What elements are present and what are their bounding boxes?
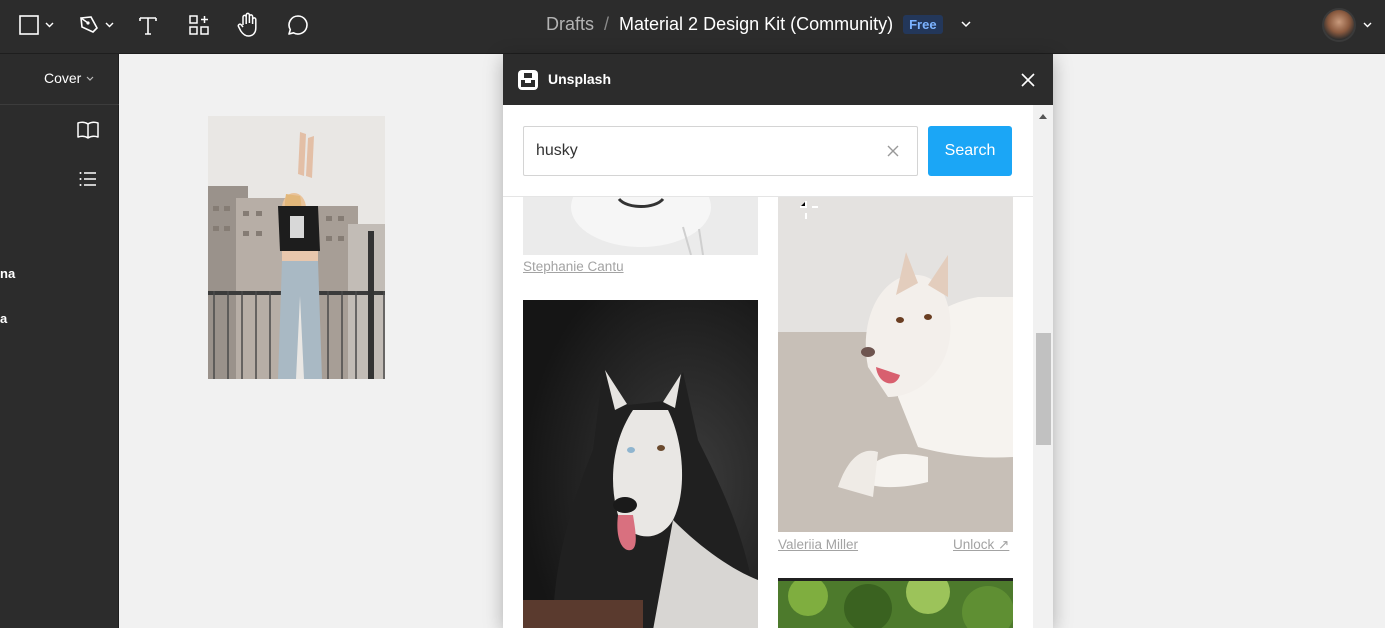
hand-tool-button[interactable] — [236, 9, 260, 41]
breadcrumb-drafts-link[interactable]: Drafts — [546, 14, 594, 35]
close-icon — [1021, 73, 1035, 87]
resources-tool-button[interactable] — [188, 9, 210, 41]
photographer-credit-link[interactable]: Valeriia Miller — [778, 537, 858, 552]
search-button[interactable]: Search — [928, 126, 1012, 176]
text-tool-button[interactable] — [137, 9, 159, 41]
resources-icon — [189, 15, 209, 35]
chevron-down-icon[interactable] — [961, 20, 971, 28]
image-result-card[interactable] — [778, 578, 1013, 628]
scroll-up-arrow-icon[interactable] — [1039, 114, 1047, 119]
comment-tool-button[interactable] — [286, 9, 310, 41]
pen-icon — [80, 16, 98, 33]
canvas-frame-photo[interactable] — [208, 116, 385, 379]
breadcrumb-separator: / — [604, 13, 610, 34]
frame-icon — [19, 15, 39, 35]
chevron-down-icon — [86, 76, 94, 81]
panel-divider — [0, 104, 119, 105]
text-icon — [139, 17, 157, 35]
frame-tool-button[interactable] — [18, 9, 54, 41]
page-select[interactable]: Cover — [44, 70, 94, 86]
unsplash-plugin-window: Unsplash Search Stephanie Cantu — [503, 54, 1053, 628]
plugin-title: Unsplash — [548, 71, 612, 87]
search-input[interactable] — [524, 127, 874, 175]
library-icon[interactable] — [76, 120, 100, 145]
user-menu[interactable] — [1322, 6, 1385, 44]
plan-badge: Free — [903, 14, 943, 34]
chevron-down-icon — [105, 22, 114, 28]
plugin-header: Unsplash — [503, 54, 1053, 105]
layer-item[interactable]: na — [0, 266, 15, 281]
unsplash-logo-icon — [518, 70, 538, 90]
image-result-card[interactable] — [778, 197, 1013, 532]
comment-icon — [288, 15, 308, 35]
avatar[interactable] — [1322, 8, 1356, 42]
list-icon[interactable] — [79, 170, 97, 193]
clear-search-button[interactable] — [884, 142, 902, 160]
top-toolbar: Drafts / Material 2 Design Kit (Communit… — [0, 0, 1385, 54]
layer-item[interactable]: a — [0, 311, 7, 326]
chevron-down-icon — [45, 22, 54, 28]
left-panel: Cover na a — [0, 54, 119, 628]
search-bar: Search — [503, 105, 1033, 197]
unlock-link[interactable]: Unlock ↗ — [953, 537, 1009, 553]
search-field — [523, 126, 918, 176]
close-button[interactable] — [1016, 68, 1040, 92]
page-select-label: Cover — [44, 70, 82, 86]
close-icon — [887, 145, 899, 157]
hand-icon — [237, 12, 257, 37]
image-result-card[interactable] — [523, 300, 758, 628]
pen-tool-button[interactable] — [78, 9, 114, 41]
scrollbar-thumb[interactable] — [1036, 333, 1051, 445]
photographer-credit-link[interactable]: Stephanie Cantu — [523, 259, 624, 274]
file-name[interactable]: Material 2 Design Kit (Community) — [619, 14, 893, 35]
chevron-down-icon — [1363, 22, 1372, 28]
image-result-card[interactable] — [523, 197, 758, 255]
results-scrollbar[interactable] — [1033, 105, 1053, 628]
breadcrumb: Drafts / Material 2 Design Kit (Communit… — [546, 12, 971, 36]
image-results-grid: Stephanie Cantu Valeriia Miller Unlock ↗ — [503, 197, 1033, 628]
